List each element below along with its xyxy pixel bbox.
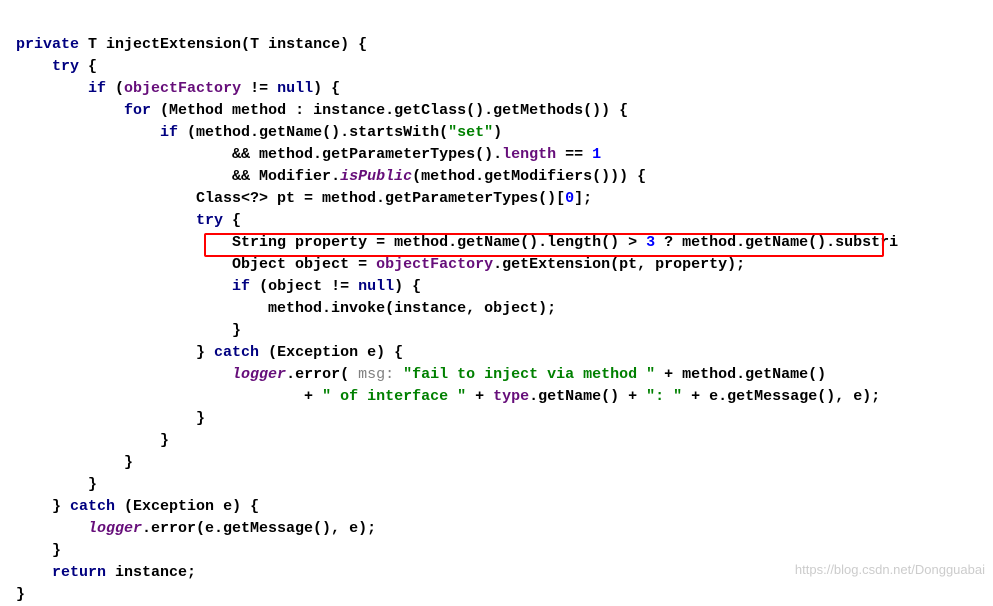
code-line: Class<?> pt = method.getParameterTypes()… xyxy=(16,190,592,207)
code-line: method.invoke(instance, object); xyxy=(16,300,556,317)
watermark-text: https://blog.csdn.net/Dongguabai xyxy=(795,559,985,581)
code-line: && method.getParameterTypes().length == … xyxy=(16,146,601,163)
code-line: } xyxy=(16,454,133,471)
code-line: } xyxy=(16,410,205,427)
code-line: return instance; xyxy=(16,564,196,581)
code-line: try { xyxy=(16,212,241,229)
code-line: } xyxy=(16,586,25,603)
code-line: } catch (Exception e) { xyxy=(16,344,403,361)
code-line: logger.error(e.getMessage(), e); xyxy=(16,520,376,537)
code-line: for (Method method : instance.getClass()… xyxy=(16,102,628,119)
code-line: Object object = objectFactory.getExtensi… xyxy=(16,256,745,273)
code-line: String property = method.getName().lengt… xyxy=(16,234,898,251)
code-line: private T injectExtension(T instance) { xyxy=(16,36,367,53)
code-line: logger.error( msg: "fail to inject via m… xyxy=(16,366,826,383)
code-line: } xyxy=(16,432,169,449)
code-line: } xyxy=(16,322,241,339)
code-line: if (method.getName().startsWith("set") xyxy=(16,124,502,141)
code-line: if (object != null) { xyxy=(16,278,421,295)
code-block: private T injectExtension(T instance) { … xyxy=(0,0,993,606)
code-line: + " of interface " + type.getName() + ":… xyxy=(16,388,880,405)
code-line: if (objectFactory != null) { xyxy=(16,80,340,97)
code-line: } xyxy=(16,542,61,559)
code-line: } catch (Exception e) { xyxy=(16,498,259,515)
code-line: } xyxy=(16,476,97,493)
code-line: try { xyxy=(16,58,97,75)
code-line: && Modifier.isPublic(method.getModifiers… xyxy=(16,168,646,185)
